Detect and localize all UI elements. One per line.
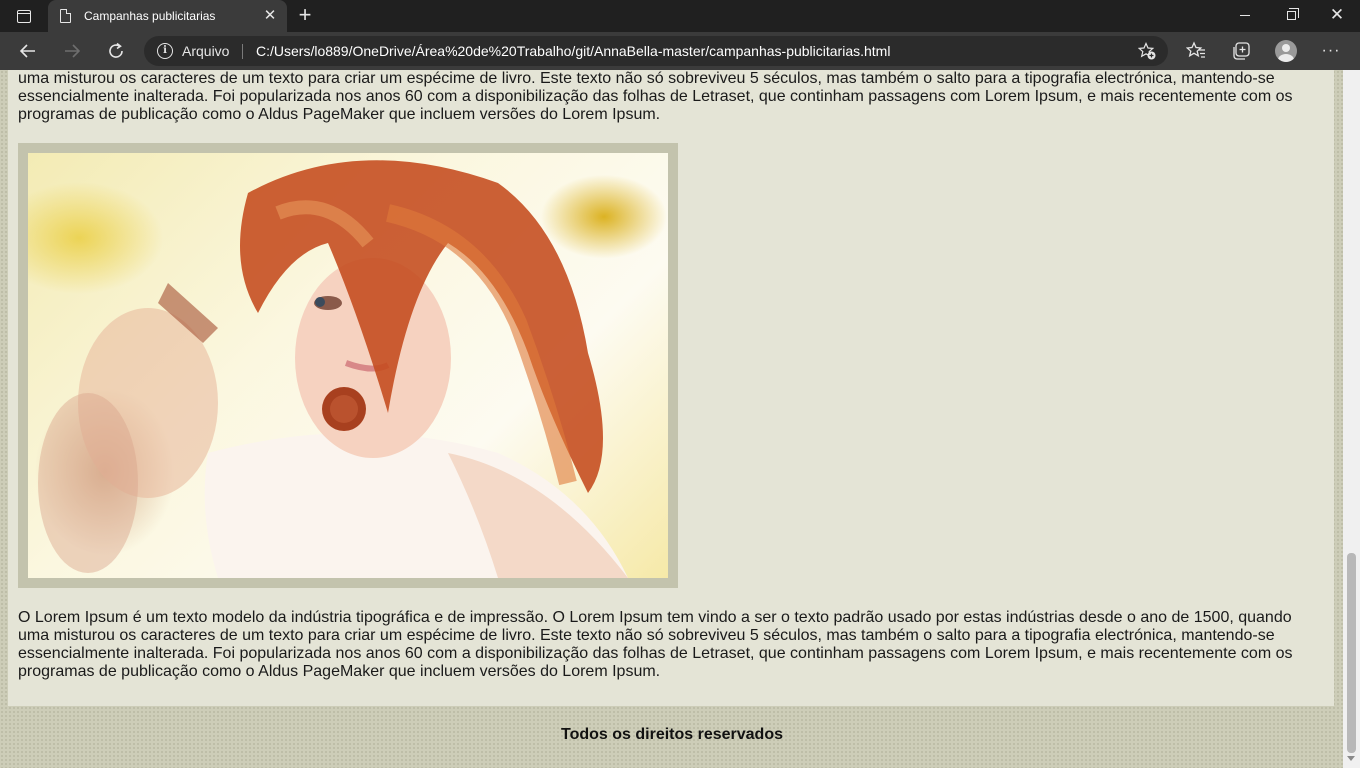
close-window-button[interactable]: ✕ bbox=[1314, 0, 1360, 30]
tab-actions-icon[interactable] bbox=[8, 5, 40, 27]
reload-button[interactable] bbox=[101, 36, 131, 66]
restore-button[interactable] bbox=[1268, 0, 1314, 30]
new-tab-button[interactable]: + bbox=[292, 4, 318, 28]
woman-portrait-image bbox=[38, 160, 628, 578]
page-viewport: uma misturou os caracteres de um texto p… bbox=[0, 70, 1360, 768]
site-info-label[interactable]: Arquivo bbox=[182, 43, 229, 59]
tab-title: Campanhas publicitarias bbox=[84, 9, 216, 23]
divider bbox=[242, 44, 243, 59]
info-icon[interactable]: i bbox=[157, 43, 173, 59]
page-icon bbox=[60, 9, 71, 23]
reload-icon bbox=[109, 42, 123, 58]
paragraph-text: O Lorem Ipsum é um texto modelo da indús… bbox=[18, 609, 1293, 680]
forward-button[interactable] bbox=[57, 36, 87, 66]
close-tab-icon[interactable]: ✕ bbox=[261, 7, 279, 25]
campaign-photo bbox=[28, 153, 668, 578]
footer-copyright: Todos os direitos reservados bbox=[561, 726, 783, 743]
arrow-right-icon bbox=[65, 44, 81, 58]
arrow-left-icon bbox=[19, 44, 35, 58]
favorites-icon[interactable] bbox=[1184, 39, 1208, 63]
browser-toolbar: i Arquivo C:/Users/lo889/OneDrive/Área%2… bbox=[0, 32, 1360, 70]
profile-avatar[interactable] bbox=[1274, 39, 1298, 63]
minimize-button[interactable] bbox=[1222, 0, 1268, 30]
content-section: uma misturou os caracteres de um texto p… bbox=[8, 70, 1334, 706]
address-bar[interactable]: i Arquivo C:/Users/lo889/OneDrive/Área%2… bbox=[144, 36, 1168, 66]
collections-icon[interactable] bbox=[1229, 39, 1253, 63]
title-bar: Campanhas publicitarias ✕ + ✕ bbox=[0, 0, 1360, 32]
vertical-scrollbar[interactable] bbox=[1343, 70, 1360, 768]
tab-active[interactable]: Campanhas publicitarias ✕ bbox=[48, 0, 287, 32]
paragraph-text: uma misturou os caracteres de um texto p… bbox=[18, 70, 1293, 123]
more-options-icon[interactable]: ··· bbox=[1319, 39, 1343, 63]
scrollbar-thumb[interactable] bbox=[1347, 553, 1356, 753]
back-button[interactable] bbox=[13, 36, 43, 66]
campaign-image-frame bbox=[18, 143, 678, 588]
add-favorite-icon[interactable] bbox=[1138, 42, 1156, 60]
url-text[interactable]: C:/Users/lo889/OneDrive/Área%20de%20Trab… bbox=[256, 43, 890, 59]
scroll-down-arrow-icon[interactable] bbox=[1347, 756, 1355, 761]
